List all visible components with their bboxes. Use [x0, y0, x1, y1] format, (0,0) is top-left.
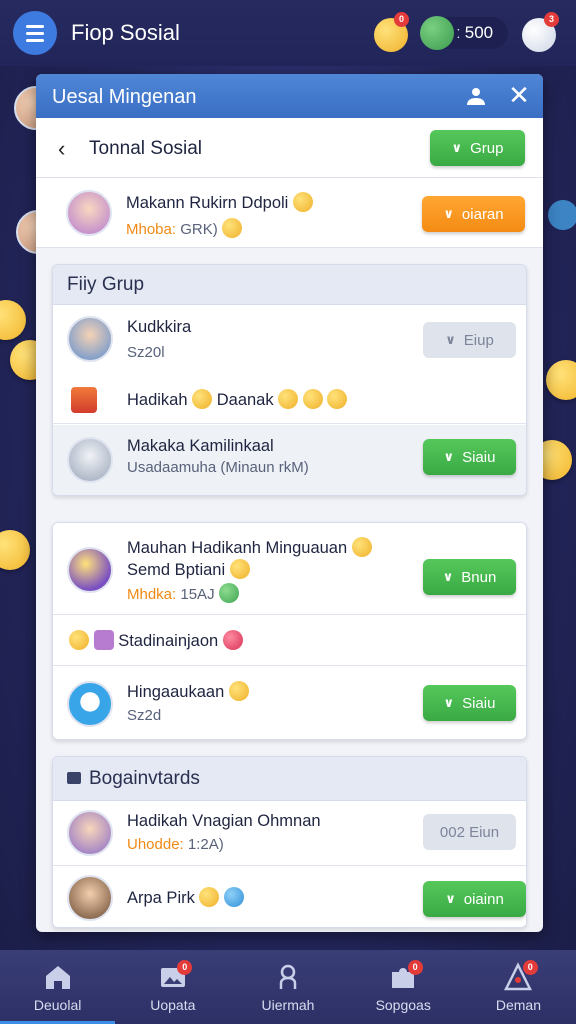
app-title: Fiop Sosial: [71, 20, 180, 45]
list-item[interactable]: Arpa Pirk ∨ oiainn: [53, 867, 526, 927]
list-item[interactable]: Hadikah Vnagian Ohmnan Uhodde: 1:2A) 002…: [53, 802, 526, 866]
group-section: Fiiy Grup Kudkkira Sz20l ∨ Eiup Hadikah …: [52, 264, 527, 496]
coin-prefix: ː: [456, 23, 461, 42]
avatar: [67, 875, 113, 921]
list-item[interactable]: Makaka Kamilinkaal Usadaamuha (Minaun rk…: [53, 425, 526, 495]
group-button[interactable]: ∨ Grup: [430, 130, 525, 166]
panel-header: Uesal Mingenan ✕: [36, 74, 543, 118]
item-action-button[interactable]: 002 Eiun: [423, 814, 516, 850]
menu-icon: [26, 24, 44, 28]
item-name: Hadikah Daanak: [127, 389, 348, 410]
nav-profile[interactable]: 0 Deman: [461, 950, 576, 1024]
list-item[interactable]: Mauhan Hadikanh Minguauan Semd Bptiani M…: [53, 523, 526, 615]
item-meta: Mhdka: 15AJ: [127, 583, 239, 603]
background-emoji: [0, 530, 30, 570]
avatar: [67, 547, 113, 593]
members-section: Mauhan Hadikanh Minguauan Semd Bptiani M…: [52, 522, 527, 740]
background-emoji: [0, 300, 26, 340]
social-panel: Uesal Mingenan ✕ ‹ Tonnal Sosial ∨ Grup …: [36, 74, 543, 932]
background-leaf: [548, 200, 576, 230]
chevron-down-icon: ∨: [443, 449, 455, 464]
section-title: Fiiy Grup: [67, 274, 145, 295]
item-meta: Uhodde: 1:2A): [127, 836, 224, 853]
list-item[interactable]: Hingaaukaan Sz2d ∨ Siaiu: [53, 667, 526, 739]
chevron-down-icon: ∨: [442, 569, 454, 584]
list-item[interactable]: Hadikah Daanak: [53, 374, 526, 424]
nav-people[interactable]: Uiermah: [230, 950, 345, 1024]
top-bar: Fiop Sosial 0 ː 500 3: [0, 0, 576, 66]
chevron-down-icon: ∨: [443, 695, 455, 710]
close-icon[interactable]: ✕: [506, 82, 532, 108]
item-action-button[interactable]: ∨ oiainn: [423, 881, 526, 917]
item-action-button[interactable]: ∨ Bnun: [423, 559, 516, 595]
item-name: Makaka Kamilinkaal: [127, 437, 274, 455]
sub-header: ‹ Tonnal Sosial ∨ Grup: [36, 118, 543, 178]
avatar: [67, 681, 113, 727]
item-name: Mauhan Hadikanh Minguauan: [127, 537, 372, 558]
nav-label: Deuolal: [33, 997, 82, 1013]
notification-badge: 0: [177, 960, 193, 975]
item-name: Hadikah Vnagian Ohmnan: [127, 812, 321, 830]
item-name: Stadinainjaon: [69, 630, 243, 651]
nav-groups[interactable]: 0 Sopgoas: [346, 950, 461, 1024]
list-item[interactable]: Kudkkira Sz20l ∨ Eiup: [53, 306, 526, 374]
chevron-down-icon: ∨: [443, 206, 454, 221]
avatar: [67, 316, 113, 362]
item-meta: Usadaamuha (Minaun rkM): [127, 459, 309, 476]
section-header: Fiiy Grup: [53, 265, 526, 305]
person-icon: [279, 964, 297, 989]
nav-label: Sopgoas: [375, 997, 431, 1013]
back-icon[interactable]: ‹: [58, 136, 65, 162]
lock-icon: [67, 772, 81, 784]
item-action-button[interactable]: ∨ Siaiu: [423, 685, 516, 721]
item-meta: Sz20l: [127, 344, 165, 361]
notification-badge: 0: [407, 960, 423, 975]
home-icon: [45, 966, 70, 989]
item-action-button[interactable]: ∨ Siaiu: [423, 439, 516, 475]
item-name: Hingaaukaan: [127, 681, 249, 702]
nav-label: Deman: [495, 997, 541, 1013]
item-meta: Mhoba: GRK): [126, 218, 242, 238]
notification-badge: 0: [394, 12, 409, 27]
sub-header-title: Tonnal Sosial: [89, 138, 203, 159]
section-header: Bogainvtards: [53, 757, 526, 801]
panel-title: Uesal Mingenan: [52, 86, 197, 108]
coin-count: 500: [464, 23, 494, 42]
avatar: [66, 190, 112, 236]
item-name: Kudkkira: [127, 318, 192, 336]
chevron-down-icon: ∨: [445, 891, 456, 906]
nav-home[interactable]: Deuolal: [0, 950, 116, 1024]
item-action-button[interactable]: ∨ oiaran: [422, 196, 525, 232]
avatar: [67, 810, 113, 856]
chevron-down-icon: ∨: [451, 140, 463, 155]
nav-label: Uiermah: [261, 997, 315, 1013]
avatar: [67, 437, 113, 483]
background-emoji: [546, 360, 576, 400]
coin-balance[interactable]: ː 500: [420, 16, 508, 50]
section-title: Bogainvtards: [67, 768, 200, 790]
bottom-nav: Deuolal 0 Uopata Uiermah 0 Sopgoas 0 Dem…: [0, 950, 576, 1024]
notification-badge: 3: [544, 12, 559, 27]
users-icon[interactable]: [464, 86, 488, 106]
chevron-down-icon: ∨: [445, 332, 456, 347]
menu-button[interactable]: [13, 11, 57, 55]
item-name: Arpa Pirk: [127, 887, 245, 908]
chat-icon: [420, 16, 454, 50]
nav-updates[interactable]: 0 Uopata: [115, 950, 230, 1024]
gift-icon: [71, 387, 97, 413]
list-item[interactable]: Stadinainjaon: [53, 616, 526, 666]
list-item[interactable]: Makann Rukirn Ddpoli Mhoba: GRK) ∨ oiara…: [36, 178, 543, 248]
item-meta: Sz2d: [127, 707, 162, 724]
nav-label: Uopata: [150, 997, 196, 1013]
item-action-button[interactable]: ∨ Eiup: [423, 322, 516, 358]
item-subtitle: Semd Bptiani: [127, 559, 250, 580]
item-name: Makann Rukirn Ddpoli: [126, 192, 313, 213]
notification-badge: 0: [522, 960, 538, 975]
leaderboard-section: Bogainvtards Hadikah Vnagian Ohmnan Uhod…: [52, 756, 527, 928]
